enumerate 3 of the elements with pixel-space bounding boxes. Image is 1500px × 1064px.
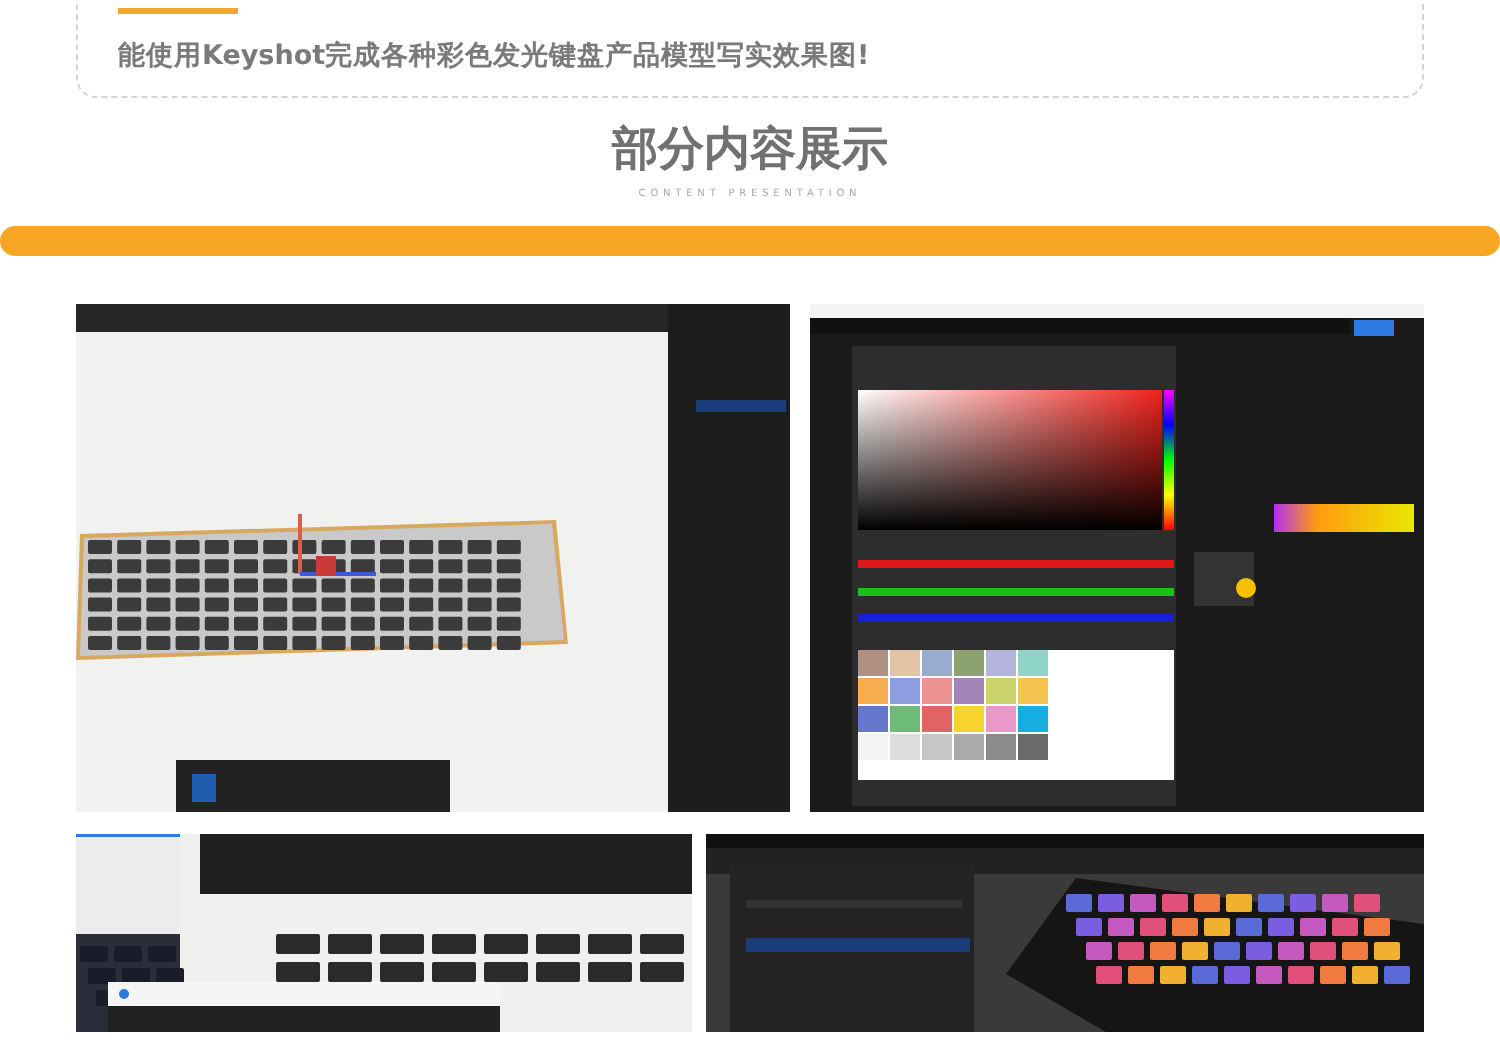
accent-line: [118, 8, 238, 14]
intro-text: 能使用Keyshot完成各种彩色发光键盘产品模型写实效果图!: [118, 38, 872, 74]
section-title: 部分内容展示: [612, 122, 888, 180]
